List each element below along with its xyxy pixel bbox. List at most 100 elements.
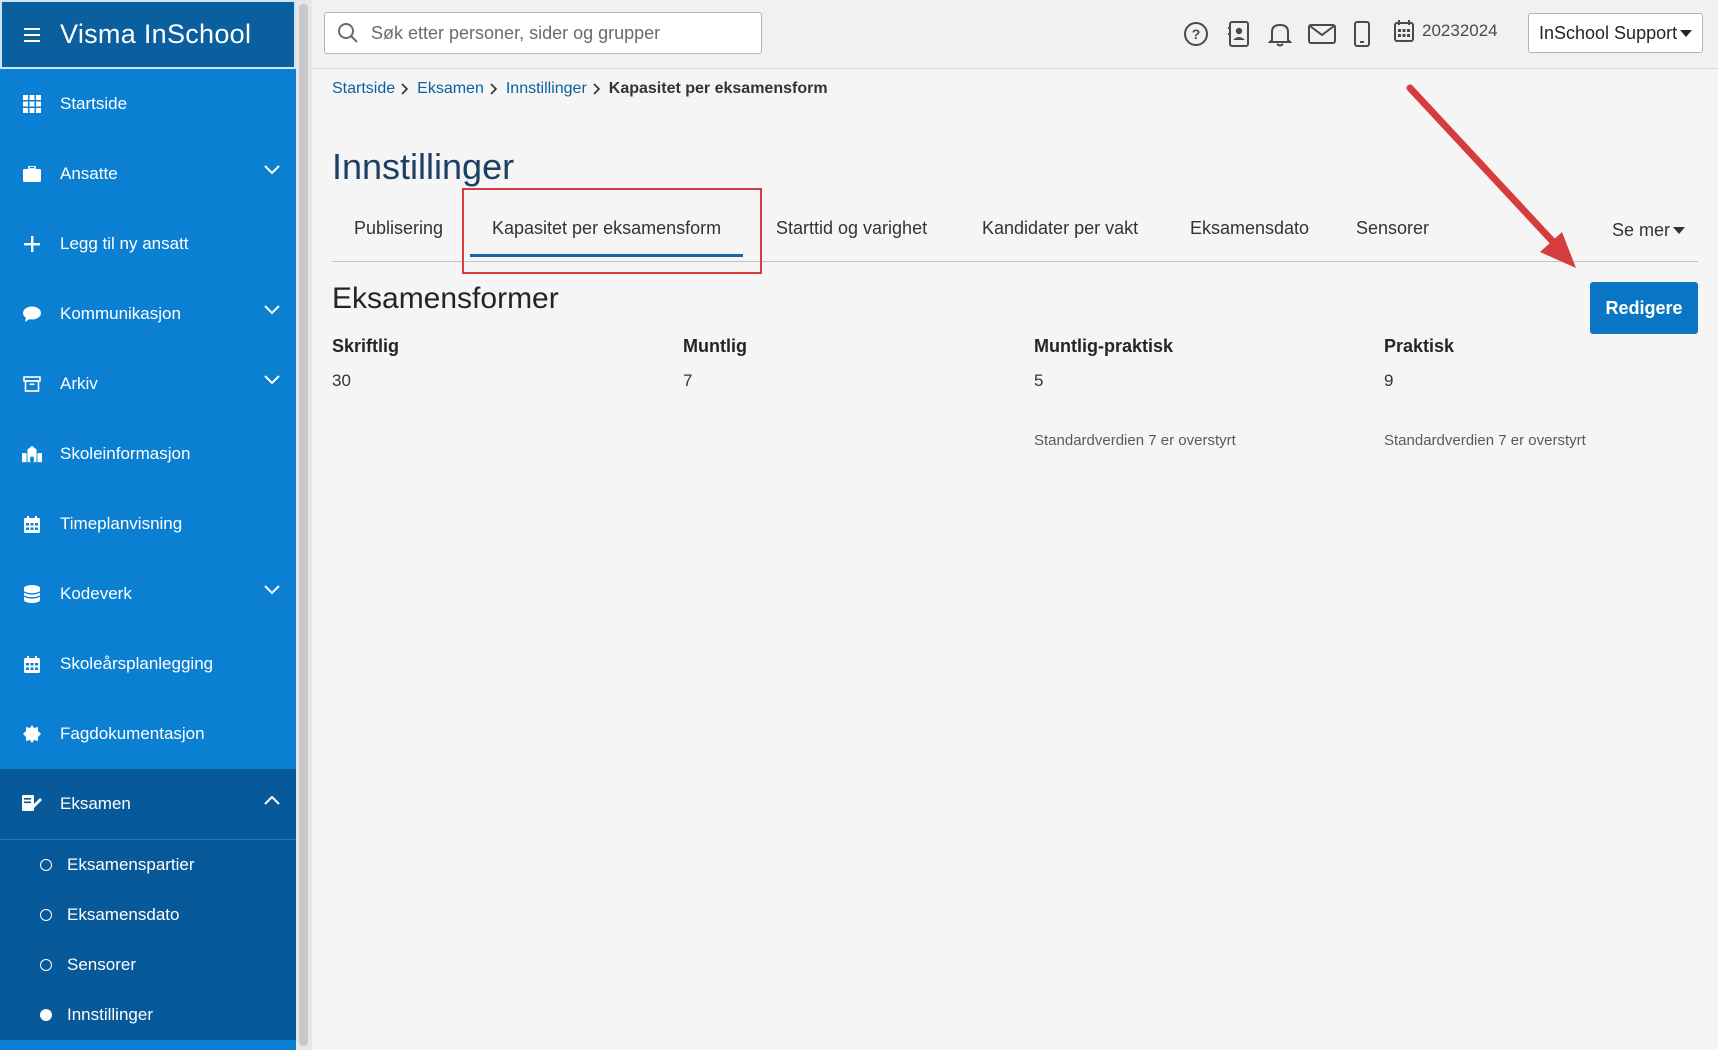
- sidebar-item-startside[interactable]: Startside: [0, 69, 296, 139]
- exam-form-value: 7: [683, 371, 693, 390]
- annotation-highlight-box: [462, 188, 762, 274]
- sidebar-scrollbar[interactable]: [296, 0, 312, 1050]
- hamburger-menu-icon[interactable]: [24, 27, 40, 42]
- chevron-down-icon[interactable]: [264, 585, 280, 595]
- sidebar-item-arkiv[interactable]: Arkiv: [0, 349, 296, 419]
- sidebar-item-fagdokumentasjon[interactable]: Fagdokumentasjon: [0, 699, 296, 769]
- chevron-down-icon[interactable]: [264, 375, 280, 385]
- tab-more-dropdown[interactable]: Se mer: [1612, 220, 1686, 241]
- exam-form-muntlig: Muntlig 7: [683, 336, 1023, 391]
- submenu-item-innstillinger[interactable]: Innstillinger: [0, 990, 296, 1040]
- archive-box-icon: [22, 374, 42, 394]
- calendar-icon: [1394, 20, 1414, 42]
- submenu-item-label: Eksamensdato: [67, 905, 180, 924]
- sidebar-item-label: Legg til ny ansatt: [60, 234, 189, 253]
- sidebar-item-eksamen[interactable]: Eksamen: [0, 769, 296, 839]
- sidebar-item-label: Kodeverk: [60, 584, 132, 603]
- help-icon[interactable]: ?: [1182, 20, 1210, 48]
- submenu-item-label: Innstillinger: [67, 1005, 153, 1024]
- sidebar: Visma InSchool Startside Ansatte Legg ti…: [0, 0, 296, 1050]
- chevron-down-icon[interactable]: [264, 165, 280, 175]
- sidebar-item-kommunikasjon[interactable]: Kommunikasjon: [0, 279, 296, 349]
- chevron-up-icon[interactable]: [264, 795, 280, 805]
- breadcrumb-link-innstillinger[interactable]: Innstillinger: [506, 80, 587, 98]
- exam-form-praktisk: Praktisk 9 Standardverdien 7 er overstyr…: [1384, 336, 1718, 449]
- exam-form-skriftlig: Skriftlig 30: [332, 336, 672, 391]
- circle-icon: [40, 859, 52, 871]
- brand-header: Visma InSchool: [0, 0, 296, 69]
- exam-form-label: Muntlig-praktisk: [1034, 336, 1174, 356]
- exam-form-value: 30: [332, 371, 351, 390]
- briefcase-icon: [22, 164, 42, 184]
- chevron-right-icon: [593, 83, 600, 95]
- sidebar-item-label: Skoleårsplanlegging: [60, 654, 214, 673]
- bell-icon[interactable]: [1266, 20, 1294, 48]
- sidebar-item-ansatte[interactable]: Ansatte: [0, 139, 296, 209]
- filled-circle-icon: [40, 1009, 52, 1021]
- chevron-right-icon: [490, 83, 497, 95]
- breadcrumb-current: Kapasitet per eksamensform: [608, 80, 828, 97]
- mail-icon[interactable]: [1308, 20, 1336, 48]
- circle-icon: [40, 959, 52, 971]
- search-icon: [338, 23, 358, 43]
- scrollbar-thumb[interactable]: [299, 4, 308, 1046]
- top-bar: ? 20232024 InSchool Support: [312, 0, 1718, 69]
- circle-icon: [40, 909, 52, 921]
- tab-starttid-og-varighet[interactable]: Starttid og varighet: [776, 218, 927, 239]
- exam-form-value: 5: [1034, 371, 1044, 390]
- user-menu-dropdown[interactable]: InSchool Support: [1528, 13, 1704, 53]
- plus-icon: [22, 234, 42, 254]
- submenu-item-eksamensdato[interactable]: Eksamensdato: [0, 890, 296, 940]
- exam-form-label: Skriftlig: [332, 336, 400, 356]
- tab-publisering[interactable]: Publisering: [354, 218, 443, 239]
- edit-button[interactable]: Redigere: [1590, 282, 1698, 334]
- exam-form-label: Muntlig: [683, 336, 747, 356]
- user-menu-label: InSchool Support: [1539, 22, 1678, 43]
- sidebar-item-skolearsplanlegging[interactable]: Skoleårsplanlegging: [0, 629, 296, 699]
- sidebar-item-label: Ansatte: [60, 164, 118, 183]
- sidebar-item-kodeverk[interactable]: Kodeverk: [0, 559, 296, 629]
- grid-icon: [22, 94, 42, 114]
- tab-kandidater-per-vakt[interactable]: Kandidater per vakt: [982, 218, 1138, 239]
- sidebar-item-legg-til-ny-ansatt[interactable]: Legg til ny ansatt: [0, 209, 296, 279]
- tab-eksamensdato[interactable]: Eksamensdato: [1190, 218, 1309, 239]
- chat-bubble-icon: [22, 304, 42, 324]
- override-note: Standardverdien 7 er overstyrt: [1384, 432, 1586, 449]
- breadcrumb-link-startside[interactable]: Startside: [332, 80, 395, 98]
- exam-form-muntlig-praktisk: Muntlig-praktisk 5 Standardverdien 7 er …: [1034, 336, 1374, 449]
- breadcrumb-link-eksamen[interactable]: Eksamen: [417, 80, 484, 98]
- school-year-label: 20232024: [1422, 21, 1498, 40]
- sidebar-item-label: Startside: [60, 94, 128, 113]
- submenu-item-sensorer[interactable]: Sensorer: [0, 940, 296, 990]
- contact-book-icon[interactable]: [1225, 20, 1253, 48]
- sidebar-item-label: Fagdokumentasjon: [60, 724, 205, 743]
- submenu-item-eksamenspartier[interactable]: Eksamenspartier: [0, 840, 296, 890]
- breadcrumb: Startside Eksamen Innstillinger Kapasite…: [332, 80, 828, 98]
- exam-form-label: Praktisk: [1384, 336, 1455, 356]
- sidebar-item-label: Kommunikasjon: [60, 304, 181, 323]
- exam-form-value: 9: [1384, 371, 1394, 390]
- sidebar-item-timeplanvisning[interactable]: Timeplanvisning: [0, 489, 296, 559]
- sidebar-item-label: Arkiv: [60, 374, 98, 393]
- sidebar-item-label: Skoleinformasjon: [60, 444, 191, 463]
- sidebar-item-label: Timeplanvisning: [60, 514, 183, 533]
- eksamen-submenu: Eksamenspartier Eksamensdato Sensorer In…: [0, 840, 296, 1040]
- caret-down-icon: [1680, 29, 1693, 37]
- submenu-item-label: Eksamenspartier: [67, 855, 195, 874]
- svg-text:?: ?: [1192, 26, 1201, 42]
- school-year-selector[interactable]: 20232024: [1394, 20, 1498, 42]
- search-box[interactable]: [324, 12, 762, 54]
- database-icon: [22, 584, 42, 604]
- calendar-icon: [22, 654, 42, 674]
- chevron-down-icon[interactable]: [264, 305, 280, 315]
- calendar-icon: [22, 514, 42, 534]
- tab-sensorer[interactable]: Sensorer: [1356, 218, 1429, 239]
- app-title: Visma InSchool: [60, 19, 252, 49]
- search-input[interactable]: [371, 22, 751, 44]
- page-title: Innstillinger: [332, 146, 515, 187]
- sidebar-item-skoleinformasjon[interactable]: Skoleinformasjon: [0, 419, 296, 489]
- school-icon: [22, 444, 42, 464]
- mobile-phone-icon[interactable]: [1348, 20, 1376, 48]
- caret-down-icon: [1673, 227, 1686, 234]
- override-note: Standardverdien 7 er overstyrt: [1034, 432, 1236, 449]
